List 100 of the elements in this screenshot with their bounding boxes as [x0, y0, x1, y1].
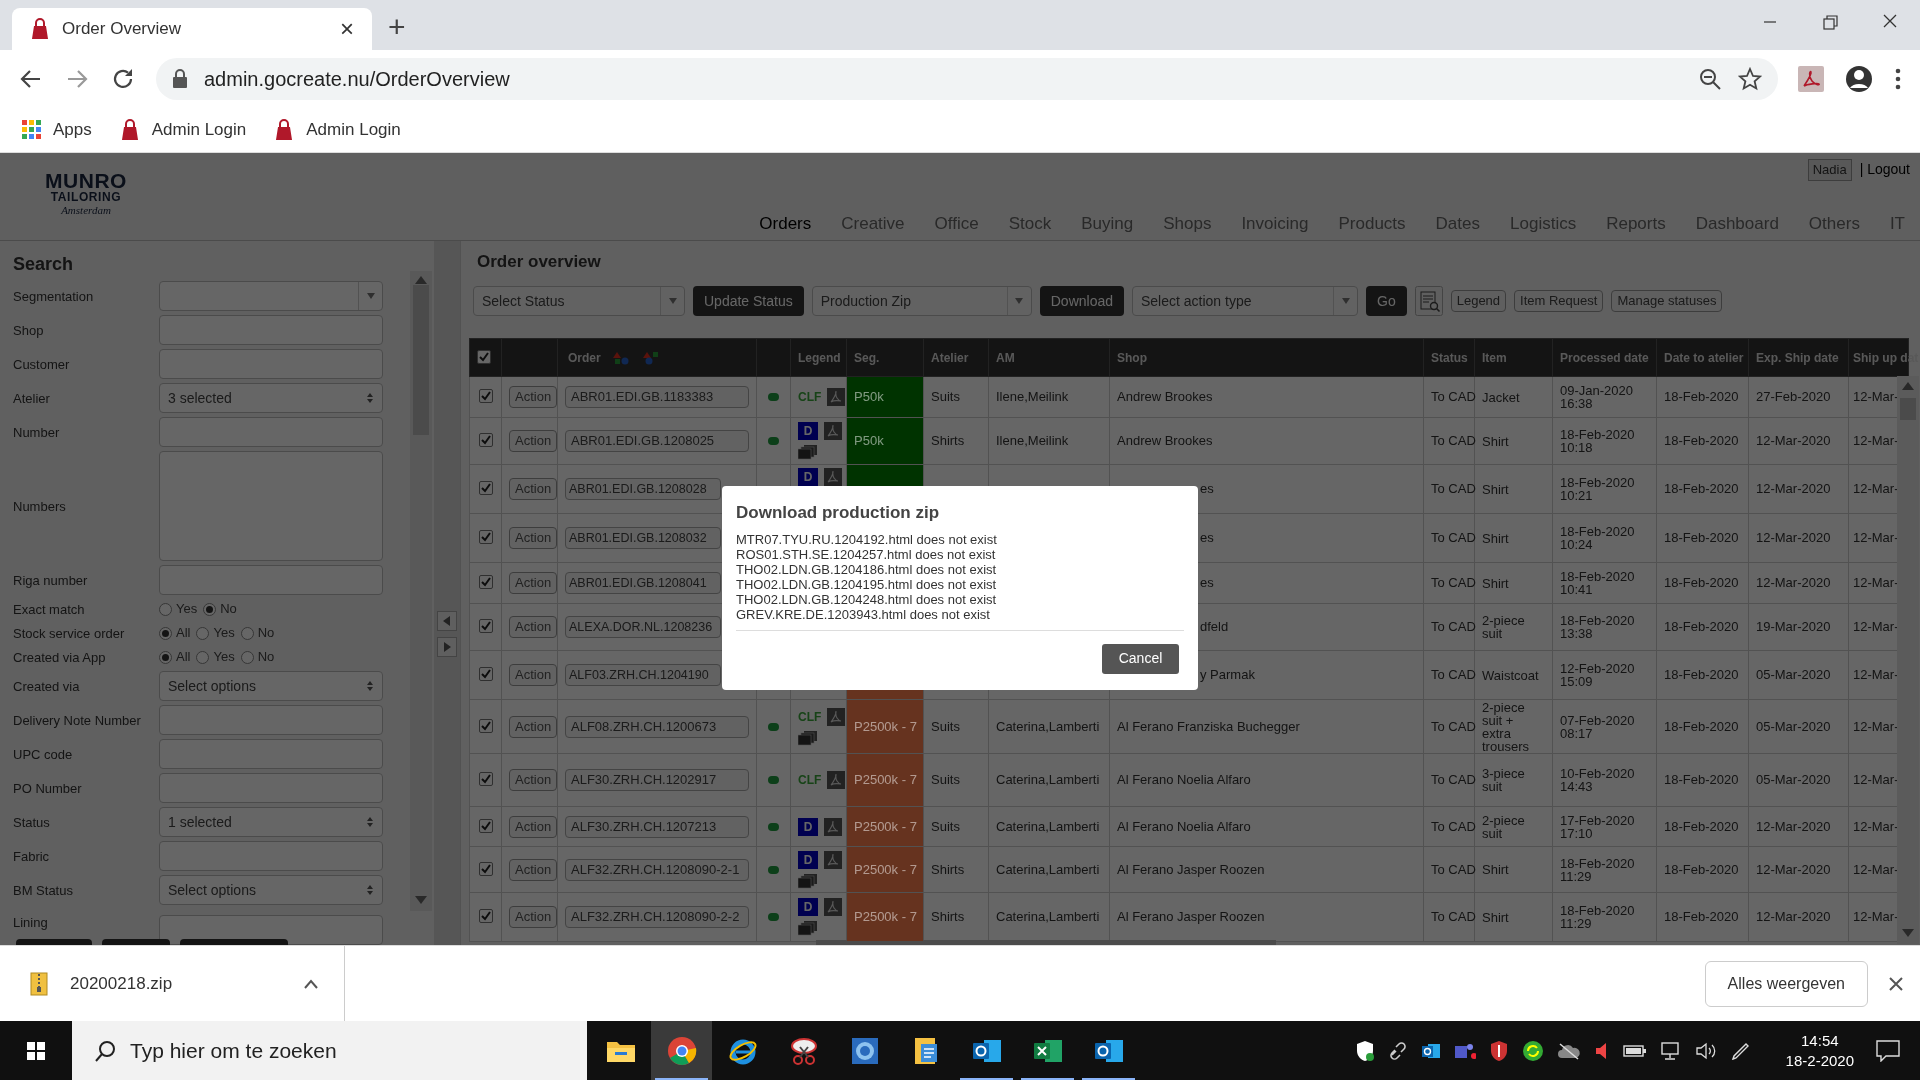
pdf-icon[interactable] [824, 850, 842, 869]
radio-button[interactable] [159, 650, 172, 664]
link-icon[interactable] [1387, 1041, 1408, 1061]
bookmark[interactable]: Admin Login [274, 116, 401, 143]
volume-icon[interactable] [1694, 1041, 1717, 1061]
input-field[interactable] [159, 349, 383, 379]
input-field[interactable] [159, 315, 383, 345]
shield-icon[interactable] [1354, 1040, 1375, 1062]
radio-option[interactable]: Yes [196, 647, 235, 667]
select-field[interactable]: Select options [159, 875, 383, 905]
select-field[interactable]: 1 selected [159, 807, 383, 837]
toolbar-button[interactable]: Download [1039, 286, 1124, 316]
order-number-field[interactable]: ALF32.ZRH.CH.1208090-2-1 [565, 858, 749, 881]
pdf-icon[interactable] [824, 422, 842, 440]
radio-button[interactable] [159, 602, 172, 616]
cloud-icon[interactable] [1556, 1042, 1581, 1060]
order-number-field[interactable]: ABR01.EDI.GB.1208028 [565, 478, 721, 500]
dropdown-field[interactable]: Select Status [473, 286, 685, 316]
new-tab-button[interactable]: + [388, 12, 406, 42]
input-field[interactable] [159, 739, 383, 769]
checkbox[interactable] [478, 530, 493, 545]
dropdown-field[interactable]: Production Zip [811, 286, 1032, 316]
network-icon[interactable] [1659, 1041, 1682, 1061]
column-header[interactable]: Seg. [854, 350, 880, 365]
radio-button[interactable] [196, 650, 210, 664]
dropdown-field[interactable]: Select action type [1132, 286, 1358, 316]
input-field[interactable] [159, 841, 383, 871]
user-name[interactable]: Nadia [1807, 159, 1852, 181]
battery-icon[interactable] [1622, 1043, 1647, 1059]
order-number-field[interactable]: ALF30.ZRH.CH.1202917 [565, 769, 749, 791]
order-number-field[interactable]: ALF08.ZRH.CH.1200673 [565, 715, 749, 738]
menu-icon[interactable] [1894, 66, 1902, 91]
close-tab-button[interactable]: × [340, 17, 354, 41]
column-header[interactable]: AM [996, 350, 1015, 365]
radio-option[interactable]: Yes [196, 623, 235, 643]
action-button[interactable]: Action [509, 430, 558, 452]
radio-button[interactable] [159, 626, 172, 640]
radio-option[interactable]: No [240, 647, 275, 667]
scrollbar[interactable] [1897, 376, 1919, 944]
action-button[interactable]: Action [509, 769, 558, 791]
scroll-down-icon[interactable] [1902, 929, 1914, 937]
notifications-icon[interactable] [1876, 1040, 1900, 1062]
scrollbar[interactable] [410, 271, 432, 911]
checkbox[interactable] [478, 718, 493, 733]
checkbox[interactable] [478, 619, 493, 634]
pdf-icon[interactable] [824, 817, 842, 836]
windows-icon[interactable] [27, 1042, 45, 1060]
checkbox[interactable] [477, 349, 491, 364]
input-field[interactable] [159, 565, 383, 595]
checkbox[interactable] [478, 575, 493, 590]
logout-link[interactable]: | Logout [1859, 159, 1910, 181]
scroll-down-icon[interactable] [415, 896, 427, 904]
action-button[interactable]: Action [509, 527, 558, 549]
list-search-icon[interactable] [1414, 286, 1443, 316]
address-bar[interactable]: admin.gocreate.nu/OrderOverview [156, 57, 1778, 100]
star-icon[interactable] [1738, 66, 1762, 91]
scroll-up-icon[interactable] [1902, 382, 1914, 390]
profile-icon[interactable] [1844, 63, 1874, 94]
mail-app-icon[interactable] [1420, 1041, 1441, 1061]
order-number-field[interactable]: ABR01.EDI.GB.1183383 [565, 386, 749, 408]
zoom-icon[interactable] [1698, 66, 1722, 91]
radio-option[interactable]: No [240, 623, 275, 643]
radio-button[interactable] [240, 626, 254, 640]
input-field[interactable] [159, 915, 383, 945]
pdf-icon[interactable] [827, 388, 846, 406]
bookmark[interactable]: Apps [22, 116, 92, 143]
shield-icon[interactable] [1488, 1040, 1509, 1062]
action-button[interactable]: Action [509, 572, 558, 594]
radio-option[interactable]: Yes [159, 599, 198, 619]
checkbox[interactable] [478, 389, 493, 404]
action-button[interactable]: Action [509, 906, 558, 928]
checkbox[interactable] [478, 433, 493, 448]
caret-up-icon[interactable] [304, 978, 318, 989]
input-field[interactable] [159, 705, 383, 735]
checkbox[interactable] [478, 667, 493, 682]
pdf-icon[interactable] [824, 898, 842, 916]
order-number-field[interactable]: ALF03.ZRH.CH.1204190 [565, 664, 721, 686]
bookmark[interactable]: Admin Login [119, 116, 247, 143]
checkbox[interactable] [478, 481, 493, 496]
radio-option[interactable]: All [159, 623, 191, 643]
show-all-button[interactable]: Alles weergeven [1704, 960, 1868, 1007]
toolbar-button[interactable]: Legend [1450, 290, 1507, 312]
expand-right-icon[interactable] [437, 637, 457, 657]
scrollbar-thumb[interactable] [413, 285, 429, 435]
action-button[interactable]: Action [509, 386, 558, 408]
radio-button[interactable] [240, 650, 254, 664]
radio-option[interactable]: No [203, 599, 237, 619]
order-number-field[interactable]: ABR01.EDI.GB.1208025 [565, 430, 749, 452]
checkbox[interactable] [478, 861, 493, 876]
order-number-field[interactable]: ALEXA.DOR.NL.1208236 [565, 616, 721, 638]
order-number-field[interactable]: ABR01.EDI.GB.1208041 [565, 572, 721, 594]
collapse-left-icon[interactable] [437, 611, 457, 631]
column-header[interactable]: Order [565, 348, 601, 367]
toolbar-button[interactable]: Item Request [1514, 290, 1604, 312]
action-button[interactable]: Action [509, 858, 558, 881]
action-button[interactable]: Action [509, 478, 558, 500]
radio-button[interactable] [196, 626, 210, 640]
input-field[interactable] [159, 417, 383, 447]
toolbar-button[interactable]: Manage statuses [1611, 290, 1723, 312]
pdf-icon[interactable] [827, 771, 846, 789]
